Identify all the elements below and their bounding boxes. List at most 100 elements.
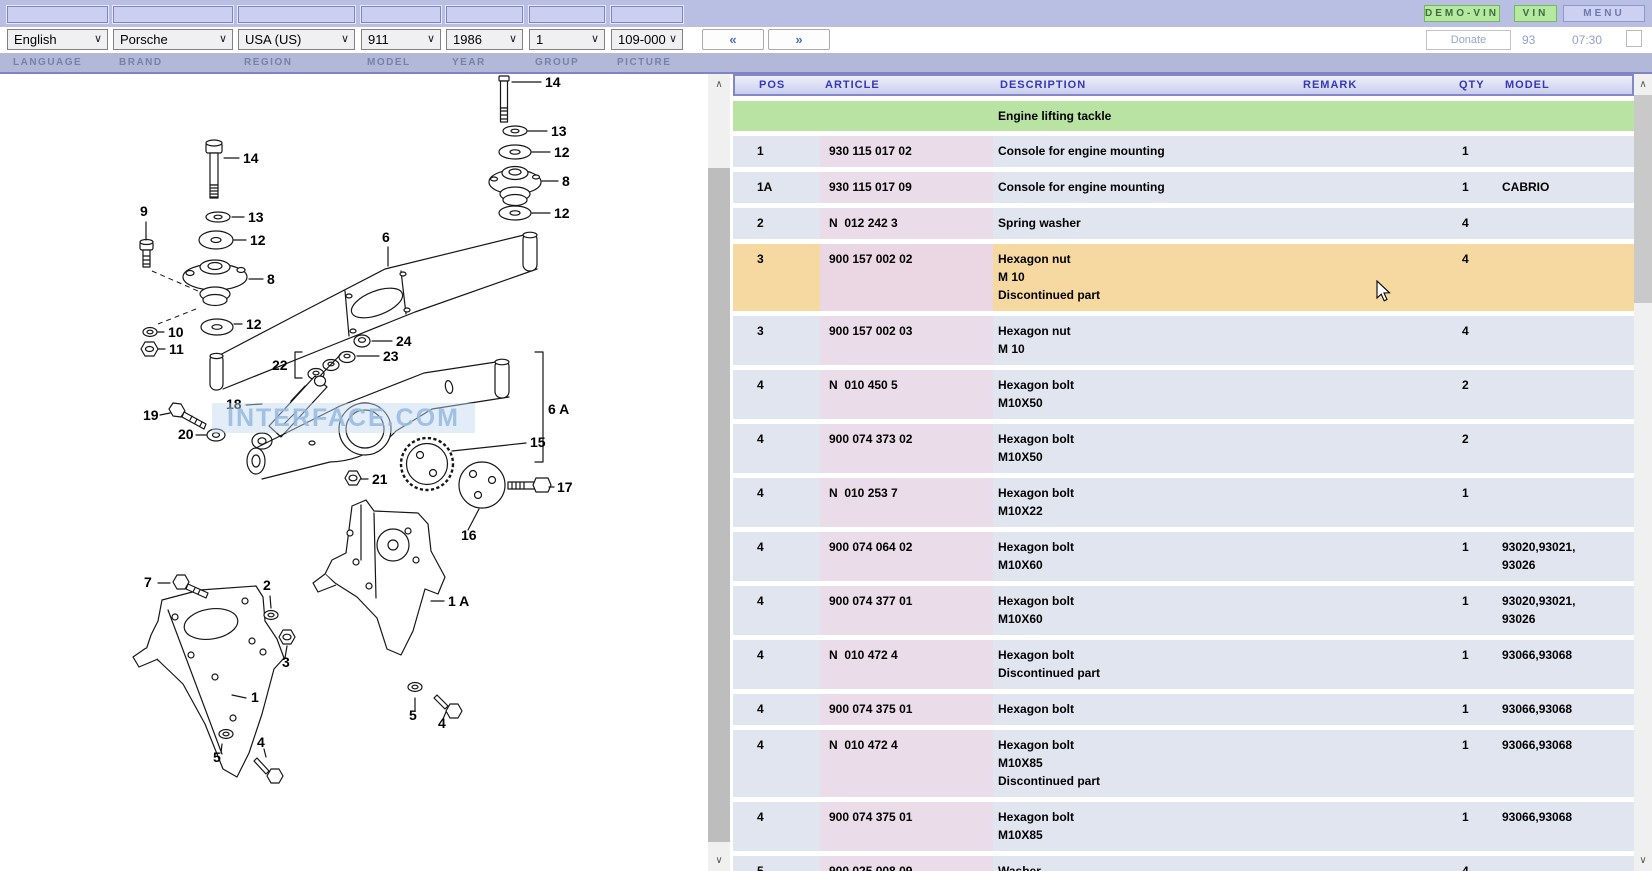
- vin-button[interactable]: VIN: [1514, 5, 1557, 22]
- table-scrollbar[interactable]: ∧ ∨: [1634, 74, 1652, 871]
- table-row[interactable]: 4900 074 373 02Hexagon boltM10X502: [733, 424, 1634, 473]
- cell-pos: 4: [733, 730, 820, 797]
- filter-input-brand[interactable]: [113, 6, 233, 23]
- callout-4[interactable]: 4: [438, 715, 446, 731]
- callout-10[interactable]: 10: [168, 324, 184, 340]
- region-select[interactable]: USA (US)∨: [238, 29, 355, 50]
- table-row[interactable]: 4900 074 064 02Hexagon boltM10X60193020,…: [733, 532, 1634, 581]
- table-row[interactable]: 4900 074 375 01Hexagon boltM10X85193066,…: [733, 802, 1634, 851]
- callout-6a[interactable]: 6 A: [548, 401, 569, 417]
- filter-input-language[interactable]: [7, 6, 108, 23]
- column-header-article[interactable]: ARTICLE: [822, 76, 995, 94]
- column-header-remark[interactable]: REMARK: [1287, 76, 1442, 94]
- model-select[interactable]: 911∨: [361, 29, 441, 50]
- demo-vin-button[interactable]: DEMO-VIN: [1424, 5, 1500, 22]
- callout-13[interactable]: 13: [248, 209, 264, 225]
- column-header-model[interactable]: MODEL: [1494, 76, 1632, 94]
- callout-6[interactable]: 6: [382, 229, 390, 245]
- table-row[interactable]: 3900 157 002 02Hexagon nutM 10Discontinu…: [733, 244, 1634, 311]
- table-row[interactable]: 4N 010 472 4Hexagon boltDiscontinued par…: [733, 640, 1634, 689]
- callout-9[interactable]: 9: [140, 203, 148, 219]
- callout-21[interactable]: 21: [372, 471, 388, 487]
- callout-7[interactable]: 7: [144, 574, 152, 590]
- callout-23[interactable]: 23: [383, 348, 399, 364]
- table-row[interactable]: 2N 012 242 3Spring washer4: [733, 208, 1634, 239]
- table-row[interactable]: 4N 010 253 7Hexagon boltM10X221: [733, 478, 1634, 527]
- cell-article: 900 074 375 01: [820, 802, 993, 851]
- scroll-down-icon[interactable]: ∨: [708, 850, 730, 871]
- cell-model: [1492, 424, 1634, 473]
- cell-model: 93066,93068: [1492, 640, 1634, 689]
- callout-12[interactable]: 12: [554, 144, 570, 160]
- callout-17[interactable]: 17: [557, 479, 573, 495]
- diagram-scrollbar[interactable]: ∧ ∨: [708, 74, 730, 871]
- callout-12[interactable]: 12: [246, 316, 262, 332]
- callout-15[interactable]: 15: [530, 434, 546, 450]
- filter-input-group[interactable]: [529, 6, 605, 23]
- callout-2[interactable]: 2: [263, 577, 271, 593]
- part-washer-12b-left: [201, 319, 233, 335]
- callout-14[interactable]: 14: [243, 150, 259, 166]
- callout-12[interactable]: 12: [554, 205, 570, 221]
- callout-3[interactable]: 3: [282, 654, 290, 670]
- cell-remark: [1285, 694, 1440, 725]
- language-select[interactable]: English∨: [7, 29, 108, 50]
- callout-8[interactable]: 8: [562, 173, 570, 189]
- column-header-qty[interactable]: QTY: [1442, 76, 1494, 94]
- filter-input-model[interactable]: [361, 6, 441, 23]
- cell-pos: 4: [733, 370, 820, 419]
- filter-input-region[interactable]: [238, 6, 355, 23]
- year-select[interactable]: 1986∨: [446, 29, 523, 50]
- group-select[interactable]: 1∨: [529, 29, 605, 50]
- callout-11[interactable]: 11: [169, 341, 184, 357]
- label-group: GROUP: [535, 57, 579, 68]
- callout-5[interactable]: 5: [409, 707, 417, 723]
- menu-button[interactable]: MENU: [1563, 5, 1645, 22]
- donate-button[interactable]: Donate: [1426, 30, 1511, 50]
- callout-12[interactable]: 12: [250, 232, 266, 248]
- scroll-up-icon[interactable]: ∧: [1634, 74, 1652, 95]
- scrollbar-thumb[interactable]: [1634, 95, 1652, 303]
- callout-13[interactable]: 13: [551, 123, 567, 139]
- callout-1[interactable]: 1: [251, 689, 259, 705]
- cell-article: N 010 472 4: [820, 730, 993, 797]
- callout-16[interactable]: 16: [461, 527, 477, 543]
- scroll-up-icon[interactable]: ∧: [708, 74, 730, 95]
- cell-pos: 3: [733, 316, 820, 365]
- callout-4[interactable]: 4: [257, 734, 265, 750]
- cell-desc: Console for engine mounting: [993, 172, 1285, 203]
- column-header-description[interactable]: DESCRIPTION: [995, 76, 1287, 94]
- cell-pos: 1: [733, 136, 820, 167]
- table-row[interactable]: 4N 010 472 4Hexagon boltM10X85Discontinu…: [733, 730, 1634, 797]
- language-value: English: [14, 32, 57, 47]
- callout-8[interactable]: 8: [267, 271, 275, 287]
- picture-select[interactable]: 109-000∨: [611, 29, 683, 50]
- cell-desc: Hexagon nutM 10Discontinued part: [993, 244, 1285, 311]
- table-row[interactable]: 1A930 115 017 09Console for engine mount…: [733, 172, 1634, 203]
- cell-desc: Washer: [993, 856, 1285, 871]
- column-header-pos[interactable]: POS: [735, 76, 822, 94]
- callout-24[interactable]: 24: [396, 333, 412, 349]
- filter-input-picture[interactable]: [611, 6, 683, 23]
- table-row[interactable]: 1930 115 017 02Console for engine mounti…: [733, 136, 1634, 167]
- callout-5[interactable]: 5: [213, 749, 221, 765]
- callout-19[interactable]: 19: [143, 407, 159, 423]
- table-row[interactable]: 4900 074 377 01Hexagon boltM10X60193020,…: [733, 586, 1634, 635]
- callout-22[interactable]: 22: [272, 357, 288, 373]
- cell-qty: 4: [1440, 208, 1492, 239]
- table-row[interactable]: 3900 157 002 03Hexagon nutM 104: [733, 316, 1634, 365]
- callout-20[interactable]: 20: [178, 426, 194, 442]
- table-row[interactable]: 4900 074 375 01Hexagon bolt193066,93068: [733, 694, 1634, 725]
- filter-input-year[interactable]: [446, 6, 523, 23]
- scroll-down-icon[interactable]: ∨: [1634, 850, 1652, 871]
- callout-14[interactable]: 14: [545, 74, 561, 90]
- previous-picture-button[interactable]: «: [702, 29, 764, 50]
- next-picture-button[interactable]: »: [768, 29, 830, 50]
- table-row[interactable]: 5900 025 008 09Washer4: [733, 856, 1634, 871]
- table-row[interactable]: 4N 010 450 5Hexagon boltM10X502: [733, 370, 1634, 419]
- cell-desc: Hexagon nutM 10: [993, 316, 1285, 365]
- scrollbar-thumb[interactable]: [708, 168, 730, 842]
- cell-remark: [1285, 478, 1440, 527]
- brand-select[interactable]: Porsche∨: [113, 29, 233, 50]
- callout-1a[interactable]: 1 A: [448, 593, 469, 609]
